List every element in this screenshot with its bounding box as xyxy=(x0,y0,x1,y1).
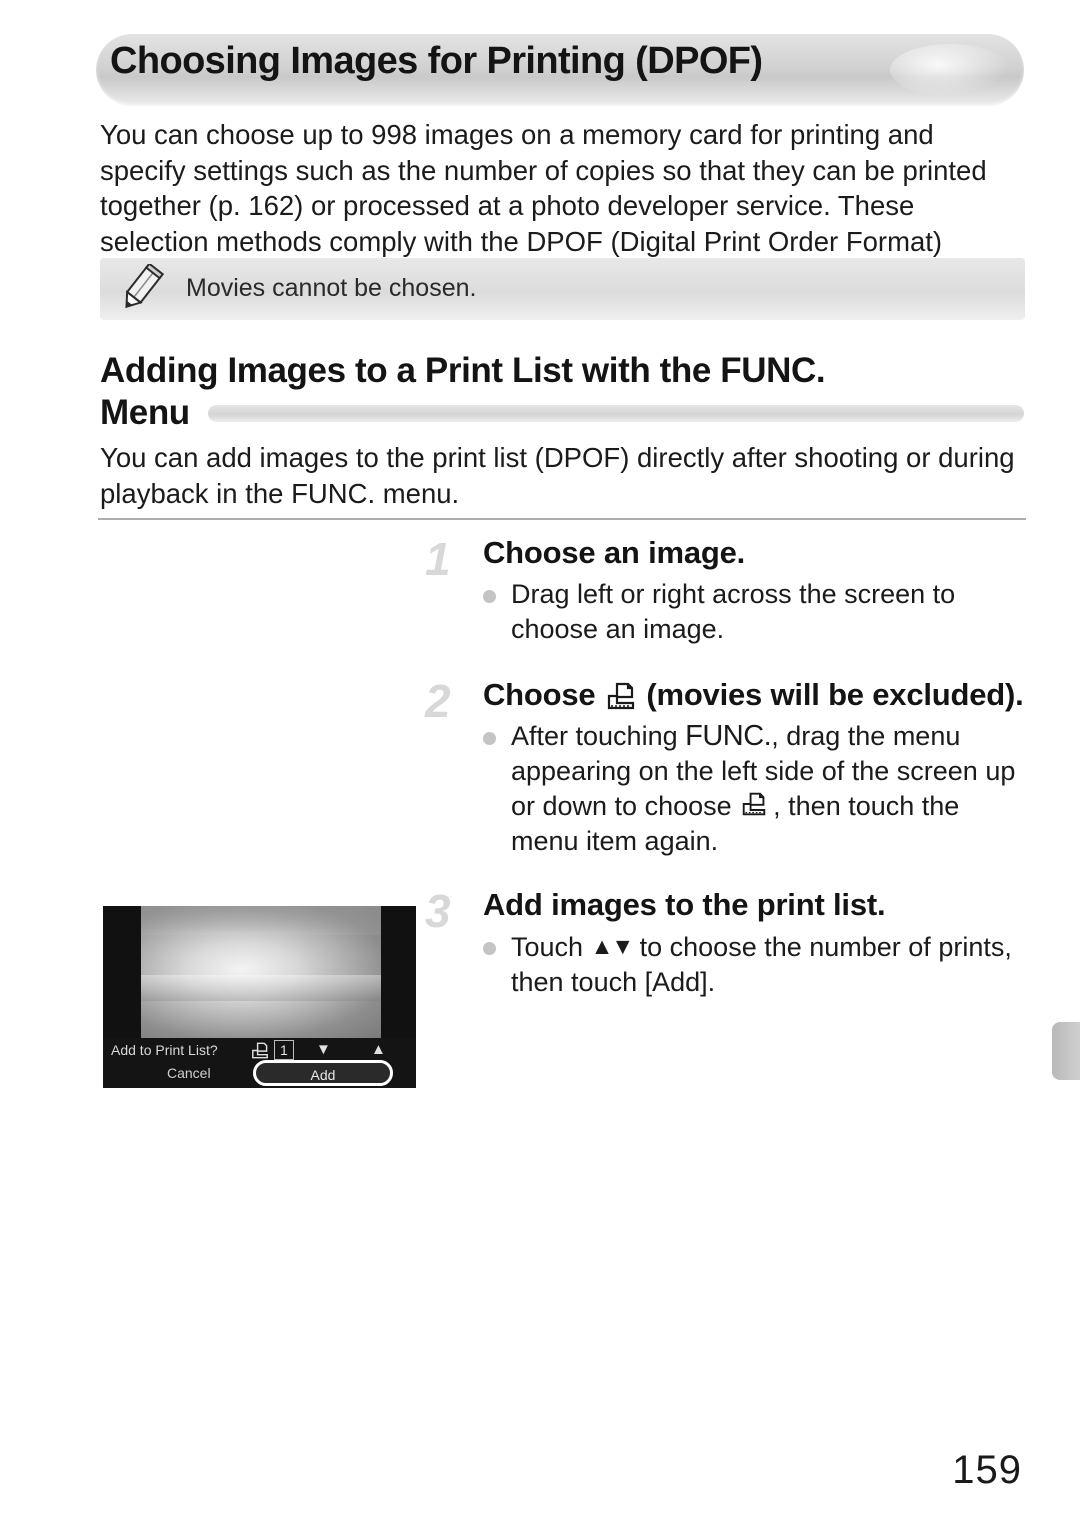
add-button-label: Add xyxy=(310,1067,336,1083)
section-heading-line2: Menu xyxy=(100,393,190,432)
decrease-count-button[interactable]: ▼ xyxy=(316,1041,331,1058)
print-count-value[interactable]: 1 xyxy=(274,1040,294,1060)
page-title: Choosing Images for Printing (DPOF) xyxy=(110,40,763,82)
func-button-label: FUNC. xyxy=(685,720,772,752)
step-3-body-text: Touch ▲▼ to choose the number of prints,… xyxy=(511,929,1025,1000)
step-3-title: Add images to the print list. xyxy=(483,887,886,922)
chapter-edge-tab xyxy=(1052,1022,1080,1080)
photo-sky-band xyxy=(141,906,381,936)
step-2-title: Choose (movies will be excluded). xyxy=(483,675,1025,715)
step-1: 1 Choose an image. Drag left or right ac… xyxy=(425,533,1025,647)
step-1-body: Drag left or right across the screen to … xyxy=(483,577,1025,647)
step-3-body-post: to choose the number of prints, then tou… xyxy=(511,932,1012,997)
manual-page: Choosing Images for Printing (DPOF) You … xyxy=(0,0,1080,1521)
photo-preview xyxy=(141,906,381,1038)
bullet-icon xyxy=(483,732,496,745)
step-2: 2 Choose (movies will be excluded). Afte… xyxy=(425,675,1025,859)
step-1-title: Choose an image. xyxy=(483,535,746,570)
screen-control-bar: Add to Print List? 1 ▼ ▲ Cancel Add xyxy=(103,1038,416,1088)
step-2-body: After touching FUNC., drag the menu appe… xyxy=(483,719,1025,859)
step-3-body-pre: Touch xyxy=(511,932,584,962)
photo-mid-band xyxy=(141,974,381,1002)
cancel-button[interactable]: Cancel xyxy=(167,1065,211,1081)
print-count-group: 1 xyxy=(251,1040,294,1060)
step-3-number: 3 xyxy=(425,885,451,937)
up-down-arrow-icon: ▲▼ xyxy=(590,933,635,959)
step-1-body-text: Drag left or right across the screen to … xyxy=(511,579,956,644)
step-2-number: 2 xyxy=(425,675,451,727)
pencil-icon xyxy=(116,262,172,316)
section-heading: Adding Images to a Print List with the F… xyxy=(100,350,1030,434)
increase-count-button[interactable]: ▲ xyxy=(371,1041,386,1058)
steps-list: 1 Choose an image. Drag left or right ac… xyxy=(425,533,1025,1006)
add-button[interactable]: Add xyxy=(253,1060,393,1086)
bullet-icon xyxy=(483,942,496,955)
bullet-icon xyxy=(483,590,496,603)
step-3-body: Touch ▲▼ to choose the number of prints,… xyxy=(483,929,1025,1000)
note-text: Movies cannot be chosen. xyxy=(186,274,477,302)
section-body: You can add images to the print list (DP… xyxy=(100,442,1015,509)
print-icon xyxy=(606,682,636,710)
print-list-prompt: Add to Print List? xyxy=(111,1042,218,1058)
print-icon xyxy=(741,792,771,820)
section-divider xyxy=(98,518,1026,520)
step-1-number: 1 xyxy=(425,533,451,585)
page-number: 159 xyxy=(952,1448,1022,1492)
step-2-body-pre: After touching xyxy=(511,721,678,751)
step-2-body-text: After touching FUNC., drag the menu appe… xyxy=(511,719,1025,859)
step-2-title-post: (movies will be excluded). xyxy=(646,677,1024,712)
print-icon xyxy=(251,1042,269,1059)
heading-decoration-bar xyxy=(207,404,1024,422)
step-2-title-pre: Choose xyxy=(483,677,596,712)
section-heading-line1: Adding Images to a Print List with the F… xyxy=(100,351,826,390)
camera-screen-screenshot: Add to Print List? 1 ▼ ▲ Cancel Add xyxy=(103,906,416,1088)
step-3: 3 Add images to the print list. Touch ▲▼… xyxy=(425,885,1025,1000)
note-box: Movies cannot be chosen. xyxy=(100,258,1025,320)
